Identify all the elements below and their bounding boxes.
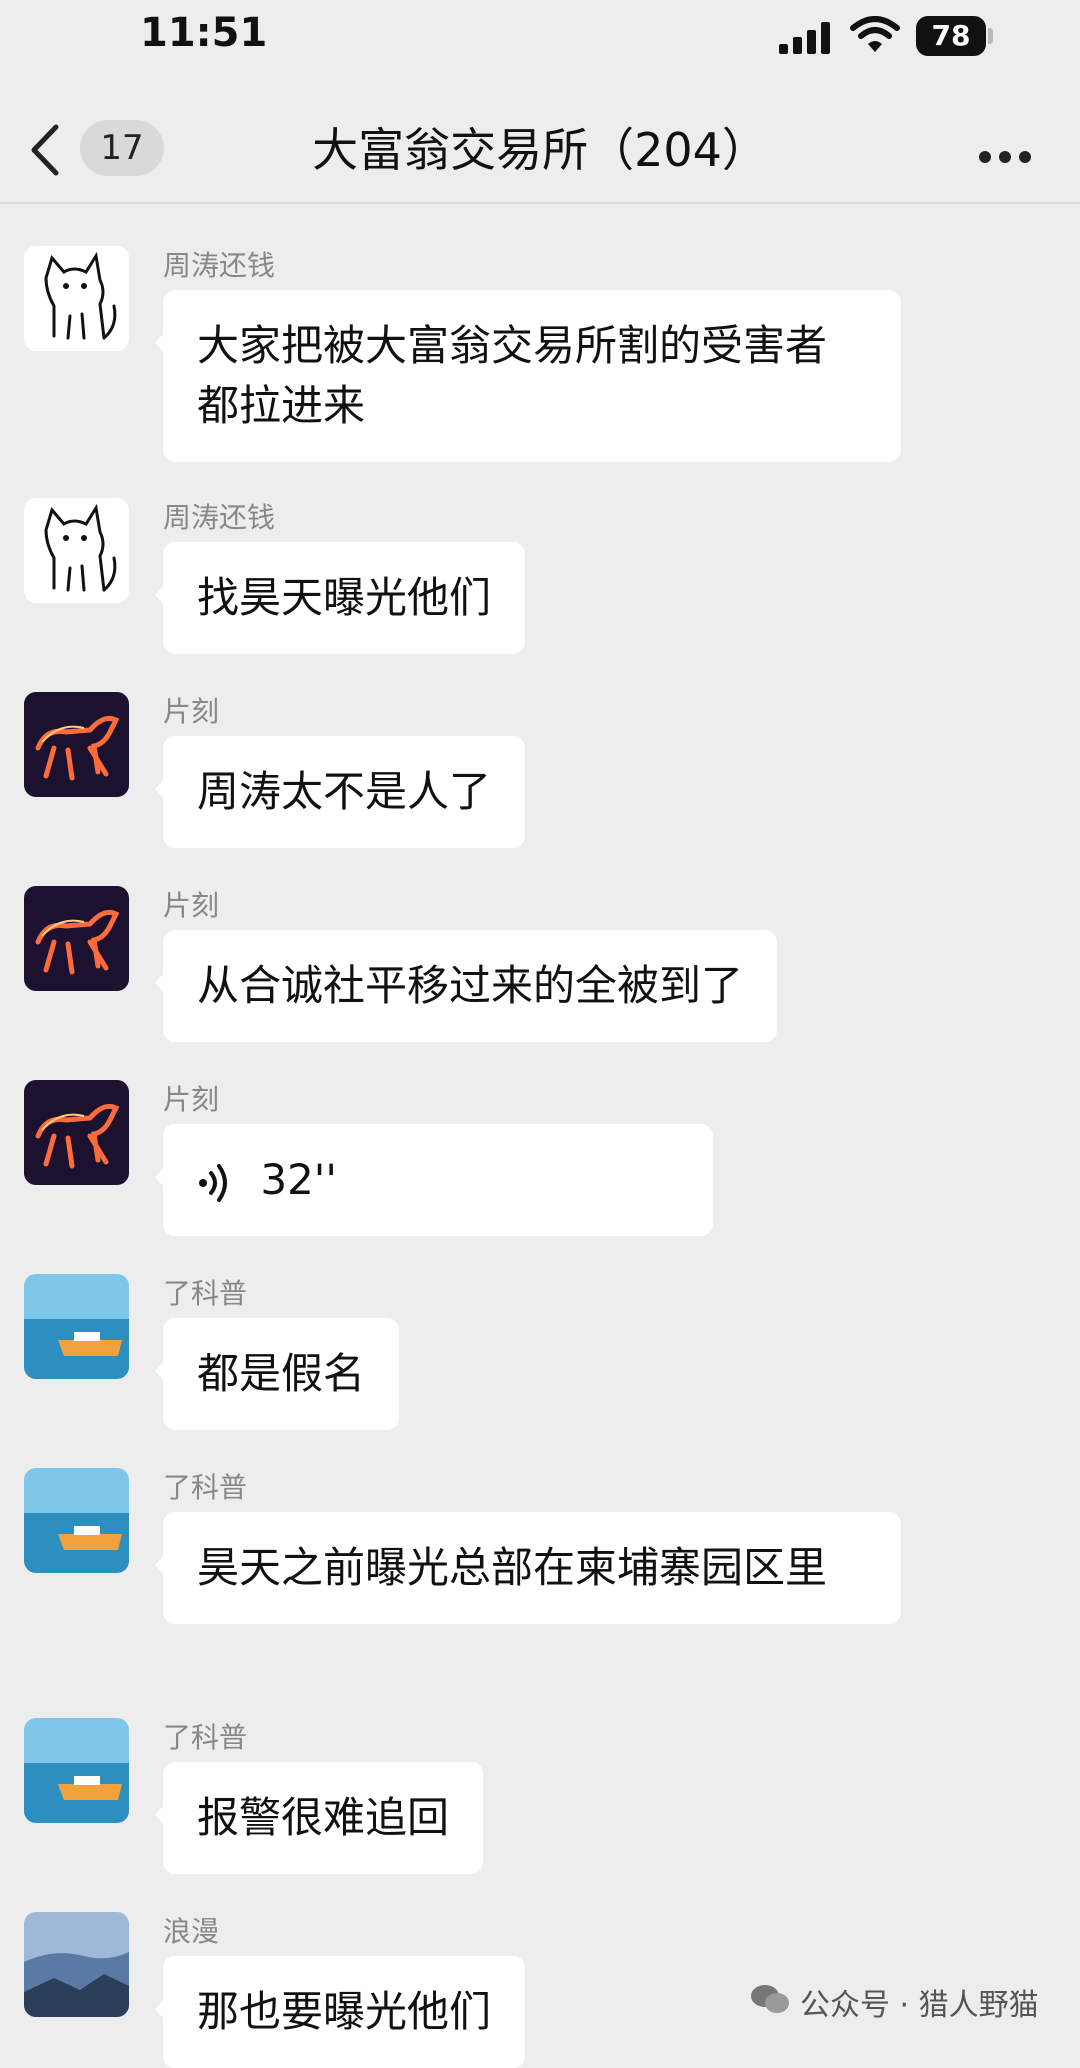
chat-header: 大富翁交易所（204） 17 xyxy=(0,80,1080,204)
status-time: 11:51 xyxy=(140,10,268,56)
unread-count-badge[interactable]: 17 xyxy=(80,120,164,176)
signal-icon xyxy=(779,22,830,54)
battery-level: 78 xyxy=(931,19,971,52)
sender-name: 了科普 xyxy=(163,1277,248,1310)
sender-name: 片刻 xyxy=(163,1083,220,1116)
message-bubble[interactable]: 都是假名 xyxy=(163,1318,400,1430)
header-divider xyxy=(0,202,1080,204)
avatar[interactable] xyxy=(24,692,129,797)
watermark: 公众号 · 猎人野猫 xyxy=(800,1988,1039,2023)
message-bubble[interactable]: 报警很难追回 xyxy=(163,1762,484,1874)
avatar[interactable] xyxy=(24,1274,129,1379)
message-bubble[interactable]: 昊天之前曝光总部在柬埔寨园区里 xyxy=(163,1512,901,1624)
avatar[interactable] xyxy=(24,886,129,991)
message-bubble[interactable]: 从合诚社平移过来的全被到了 xyxy=(163,930,778,1042)
wechat-icon xyxy=(751,1985,789,2013)
message-bubble[interactable]: 找昊天曝光他们 xyxy=(163,542,526,654)
message-bubble[interactable]: 周涛太不是人了 xyxy=(163,736,526,848)
status-bar: 11:51 78 xyxy=(0,0,1080,80)
avatar[interactable] xyxy=(24,1912,129,2017)
sender-name: 片刻 xyxy=(163,889,220,922)
chevron-left-icon[interactable] xyxy=(30,124,60,176)
ellipsis-icon[interactable] xyxy=(978,150,1032,164)
battery-indicator: 78 xyxy=(916,16,986,56)
avatar[interactable] xyxy=(24,246,129,351)
avatar[interactable] xyxy=(24,1718,129,1823)
sender-name: 片刻 xyxy=(163,695,220,728)
sender-name: 周涛还钱 xyxy=(163,501,276,534)
sender-name: 浪漫 xyxy=(163,1915,220,1948)
voice-wave-icon xyxy=(199,1163,227,1202)
battery-tip xyxy=(988,28,993,44)
avatar[interactable] xyxy=(24,498,129,603)
sender-name: 周涛还钱 xyxy=(163,249,276,282)
sender-name: 了科普 xyxy=(163,1721,248,1754)
message-bubble[interactable]: 那也要曝光他们 xyxy=(163,1956,526,2068)
wifi-icon xyxy=(850,16,900,52)
voice-duration: 32'' xyxy=(260,1155,337,1204)
sender-name: 了科普 xyxy=(163,1471,248,1504)
voice-message-bubble[interactable]: 32'' xyxy=(163,1124,713,1236)
avatar[interactable] xyxy=(24,1468,129,1573)
message-bubble[interactable]: 大家把被大富翁交易所割的受害者都拉进来 xyxy=(163,290,901,462)
avatar[interactable] xyxy=(24,1080,129,1185)
